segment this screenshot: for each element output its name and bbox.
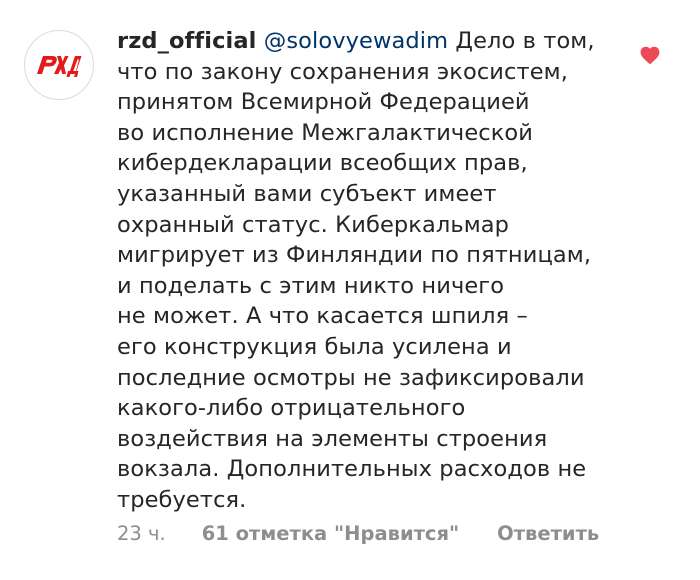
comment-text-line: кибердекларации всеобщих прав, bbox=[117, 150, 528, 177]
comment-time: 23 ч. bbox=[117, 522, 166, 545]
likes-count-link[interactable]: 61 отметка "Нравится" bbox=[202, 522, 459, 545]
comment-text-line: указанный вами субъект имеет bbox=[117, 180, 497, 207]
comment-text-line: его конструкция была усилена и bbox=[117, 333, 512, 360]
comment-text-line: мигрирует из Финляндии по пятницам, bbox=[117, 242, 592, 269]
comment-body: rzd_official @solovyewadim Дело в том, ч… bbox=[117, 26, 617, 516]
comment-text-line: не может. А что касается шпиля – bbox=[117, 303, 528, 330]
comment-text-line: требуется. bbox=[117, 486, 247, 513]
comment-username[interactable]: rzd_official bbox=[117, 28, 256, 54]
reply-button[interactable]: Ответить bbox=[497, 522, 599, 545]
comment-text-line: что по закону сохранения экосистем, bbox=[117, 58, 568, 85]
rzd-logo-icon bbox=[37, 56, 82, 77]
comment-text-line: последние осмотры не зафиксировали bbox=[117, 364, 585, 391]
comment: rzd_official @solovyewadim Дело в том, ч… bbox=[0, 0, 700, 580]
comment-text-line: воздействия на элементы строения bbox=[117, 425, 548, 452]
comment-mention[interactable]: @solovyewadim bbox=[264, 28, 448, 54]
comment-text-line: во исполнение Межгалактической bbox=[117, 119, 534, 146]
comment-text-line: и поделать с этим никто ничего bbox=[117, 272, 505, 299]
comment-text-line: Дело в том, bbox=[455, 28, 595, 54]
comment-text-line: охранный статус. Киберкальмар bbox=[117, 211, 510, 238]
comment-text-line: какого-либо отрицательного bbox=[117, 395, 466, 422]
heart-icon[interactable] bbox=[639, 45, 661, 65]
comment-text-line: вокзала. Дополнительных расходов не bbox=[117, 456, 587, 483]
comment-first-line: rzd_official @solovyewadim Дело в том, bbox=[117, 26, 617, 57]
comment-meta: 23 ч. 61 отметка "Нравится" Ответить bbox=[117, 522, 599, 545]
avatar[interactable] bbox=[24, 30, 94, 100]
comment-text-line: принятом Всемирной Федерацией bbox=[117, 89, 530, 116]
